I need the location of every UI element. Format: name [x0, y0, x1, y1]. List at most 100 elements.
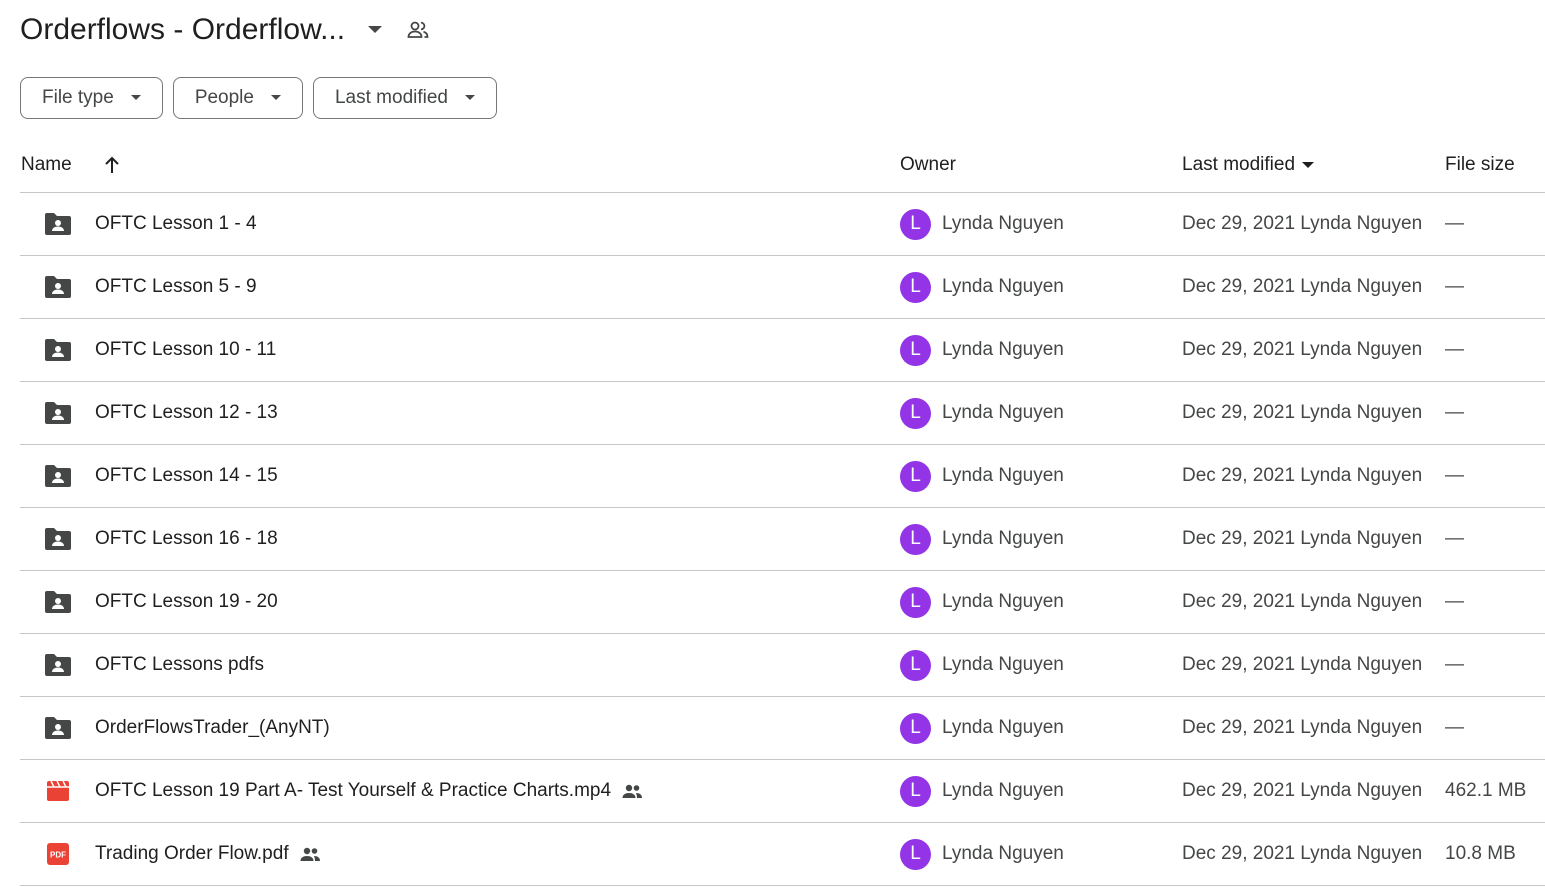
table-row[interactable]: OFTC Lesson 19 Part A- Test Yourself & P…: [20, 760, 1545, 823]
file-name-cell[interactable]: OFTC Lesson 14 - 15: [95, 445, 278, 507]
last-modified-cell: Dec 29, 2021 Lynda Nguyen: [1182, 591, 1423, 612]
avatar[interactable]: L: [900, 712, 931, 744]
arrow-drop-down-icon: [130, 92, 142, 104]
shared-folder-icon: [44, 319, 72, 381]
table-row[interactable]: OFTC Lesson 14 - 15 L Lynda Nguyen Dec 29, …: [20, 445, 1545, 508]
video-file-icon: [44, 760, 72, 822]
shared-people-icon: [621, 780, 643, 802]
shared-folder-icon: [44, 382, 72, 444]
table-row[interactable]: PDF Trading Order Flow.pdf L Lynda Nguyen De…: [20, 823, 1545, 886]
table-row[interactable]: OFTC Lesson 16 - 18 L Lynda Nguyen Dec 29, …: [20, 508, 1545, 571]
folder-title[interactable]: Orderflows - Orderflow...: [20, 13, 345, 47]
avatar[interactable]: L: [900, 397, 931, 429]
file-size-cell: —: [1445, 717, 1464, 738]
shared-folder-icon: [44, 571, 72, 633]
svg-text:PDF: PDF: [50, 851, 66, 860]
owner-cell: L Lynda Nguyen: [900, 382, 1064, 444]
file-name-cell[interactable]: OFTC Lessons pdfs: [95, 634, 264, 696]
owner-name: Lynda Nguyen: [942, 339, 1064, 360]
file-name-cell[interactable]: OFTC Lesson 1 - 4: [95, 193, 257, 255]
filter-bar: File type People Last modified: [20, 77, 497, 119]
shared-folder-icon: [44, 256, 72, 318]
owner-name: Lynda Nguyen: [942, 780, 1064, 801]
avatar[interactable]: L: [900, 775, 931, 807]
column-label: Name: [21, 154, 72, 175]
file-name: OFTC Lesson 14 - 15: [95, 465, 278, 486]
owner-name: Lynda Nguyen: [942, 528, 1064, 549]
file-name: Trading Order Flow.pdf: [95, 843, 289, 864]
file-name: OFTC Lesson 5 - 9: [95, 276, 257, 297]
column-header-owner: Owner: [900, 154, 956, 175]
file-name: OFTC Lessons pdfs: [95, 654, 264, 675]
filter-label: File type: [42, 87, 114, 108]
avatar[interactable]: L: [900, 838, 931, 870]
owner-name: Lynda Nguyen: [942, 843, 1064, 864]
shared-folder-icon: [44, 634, 72, 696]
filter-last-modified[interactable]: Last modified: [312, 77, 497, 119]
avatar[interactable]: L: [900, 649, 931, 681]
owner-cell: L Lynda Nguyen: [900, 697, 1064, 759]
shared-folder-icon: [44, 445, 72, 507]
file-name-cell[interactable]: OFTC Lesson 19 - 20: [95, 571, 278, 633]
shared-folder-icon: [44, 697, 72, 759]
file-size-cell: —: [1445, 213, 1464, 234]
owner-cell: L Lynda Nguyen: [900, 823, 1064, 885]
owner-cell: L Lynda Nguyen: [900, 634, 1064, 696]
last-modified-cell: Dec 29, 2021 Lynda Nguyen: [1182, 780, 1423, 801]
avatar[interactable]: L: [900, 586, 931, 618]
column-header-name[interactable]: Name: [21, 154, 122, 176]
avatar[interactable]: L: [900, 460, 931, 492]
last-modified-cell: Dec 29, 2021 Lynda Nguyen: [1182, 339, 1423, 360]
avatar[interactable]: L: [900, 334, 931, 366]
table-body: OFTC Lesson 1 - 4 L Lynda Nguyen Dec 29, 20…: [20, 193, 1545, 886]
filter-people[interactable]: People: [172, 77, 303, 119]
last-modified-cell: Dec 29, 2021 Lynda Nguyen: [1182, 465, 1423, 486]
column-header-last-modified[interactable]: Last modified: [1182, 154, 1315, 176]
table-row[interactable]: OFTC Lesson 10 - 11 L Lynda Nguyen Dec 29, …: [20, 319, 1545, 382]
file-name-cell[interactable]: OFTC Lesson 19 Part A- Test Yourself & P…: [95, 760, 643, 822]
file-name-cell[interactable]: OrderFlowsTrader_(AnyNT): [95, 697, 330, 759]
table-row[interactable]: OFTC Lesson 5 - 9 L Lynda Nguyen Dec 29, 20…: [20, 256, 1545, 319]
filter-label: Last modified: [334, 87, 448, 108]
owner-cell: L Lynda Nguyen: [900, 256, 1064, 318]
last-modified-cell: Dec 29, 2021 Lynda Nguyen: [1182, 402, 1423, 423]
table-row[interactable]: OFTC Lessons pdfs L Lynda Nguyen Dec 29, 20…: [20, 634, 1545, 697]
file-size-cell: —: [1445, 465, 1464, 486]
pdf-file-icon: PDF: [44, 823, 72, 885]
table-row[interactable]: OFTC Lesson 12 - 13 L Lynda Nguyen Dec 29, …: [20, 382, 1545, 445]
arrow-drop-down-icon[interactable]: [363, 18, 387, 42]
file-size-cell: —: [1445, 276, 1464, 297]
owner-cell: L Lynda Nguyen: [900, 571, 1064, 633]
avatar[interactable]: L: [900, 523, 931, 555]
file-name: OFTC Lesson 12 - 13: [95, 402, 278, 423]
last-modified-cell: Dec 29, 2021 Lynda Nguyen: [1182, 654, 1423, 675]
owner-cell: L Lynda Nguyen: [900, 319, 1064, 381]
file-name-cell[interactable]: Trading Order Flow.pdf: [95, 823, 321, 885]
file-name: OFTC Lesson 10 - 11: [95, 339, 277, 360]
filter-label: People: [194, 87, 254, 108]
avatar[interactable]: L: [900, 208, 931, 240]
table-row[interactable]: OFTC Lesson 1 - 4 L Lynda Nguyen Dec 29, 20…: [20, 193, 1545, 256]
file-name-cell[interactable]: OFTC Lesson 10 - 11: [95, 319, 276, 381]
file-size-cell: 10.8 MB: [1445, 843, 1516, 864]
filter-file-type[interactable]: File type: [20, 77, 163, 119]
owner-cell: L Lynda Nguyen: [900, 508, 1064, 570]
arrow-up-icon[interactable]: [102, 155, 122, 175]
file-list: Name Owner Last modified File size OFTC …: [20, 138, 1545, 886]
people-outline-icon: [405, 17, 431, 43]
owner-cell: L Lynda Nguyen: [900, 760, 1064, 822]
owner-cell: L Lynda Nguyen: [900, 445, 1064, 507]
owner-name: Lynda Nguyen: [942, 591, 1064, 612]
last-modified-cell: Dec 29, 2021 Lynda Nguyen: [1182, 276, 1423, 297]
table-row[interactable]: OFTC Lesson 19 - 20 L Lynda Nguyen Dec 29, …: [20, 571, 1545, 634]
file-name-cell[interactable]: OFTC Lesson 12 - 13: [95, 382, 278, 444]
file-size-cell: —: [1445, 339, 1464, 360]
avatar[interactable]: L: [900, 271, 931, 303]
arrow-drop-down-icon: [1301, 158, 1315, 172]
file-name: OFTC Lesson 1 - 4: [95, 213, 257, 234]
owner-name: Lynda Nguyen: [942, 717, 1064, 738]
file-name-cell[interactable]: OFTC Lesson 16 - 18: [95, 508, 278, 570]
table-row[interactable]: OrderFlowsTrader_(AnyNT) L Lynda Nguyen Dec…: [20, 697, 1545, 760]
file-name-cell[interactable]: OFTC Lesson 5 - 9: [95, 256, 257, 318]
file-size-cell: 462.1 MB: [1445, 780, 1527, 801]
